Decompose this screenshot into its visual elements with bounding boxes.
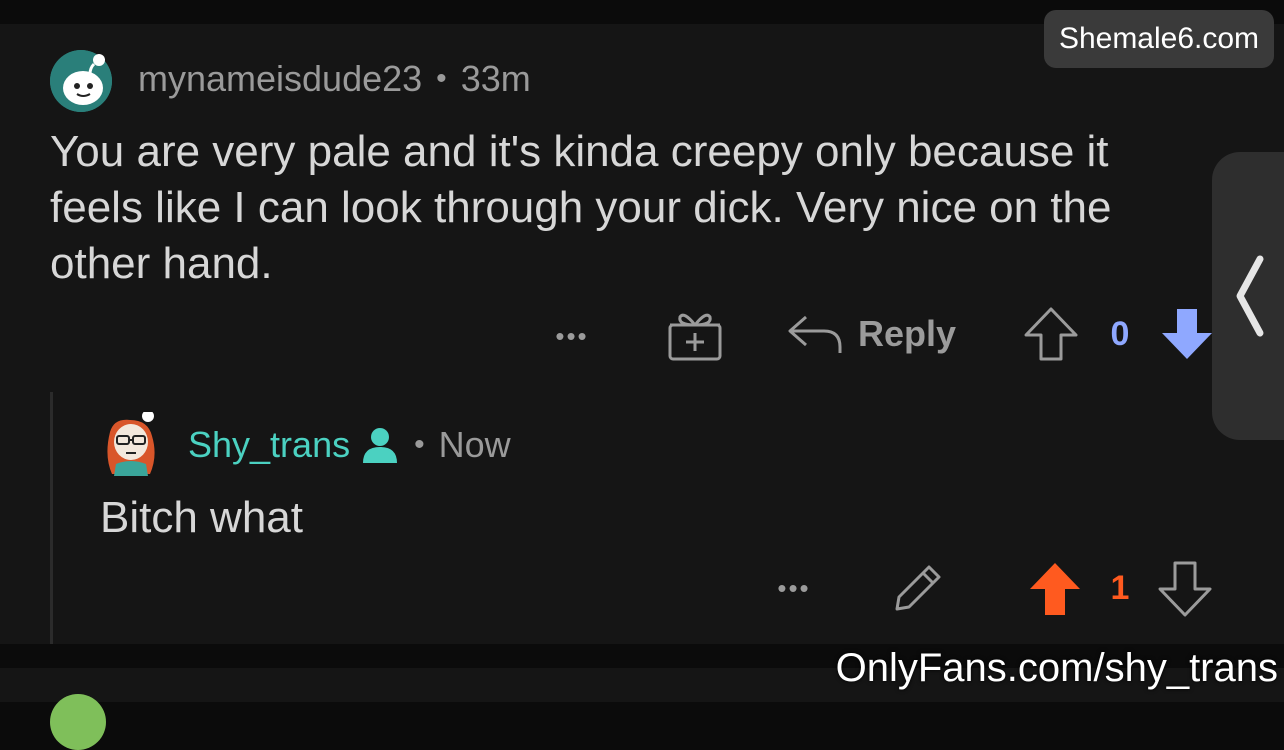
upvote-arrow-icon [1024, 307, 1078, 361]
vote-count: 1 [1110, 568, 1130, 607]
pencil-icon [895, 565, 941, 611]
side-drawer-handle[interactable] [1212, 152, 1284, 440]
meta-separator: • [414, 428, 425, 461]
more-options-icon: ••• [777, 572, 811, 603]
award-button[interactable] [664, 304, 726, 364]
reply-text: Bitch what [100, 493, 303, 542]
avatar[interactable] [50, 50, 112, 112]
more-options-button[interactable]: ••• [762, 568, 826, 608]
comment-text: You are very pale and it's kinda creepy … [50, 127, 1112, 288]
op-badge-icon [363, 428, 398, 463]
upvote-button[interactable] [1020, 304, 1082, 364]
downvote-arrow-icon [1158, 561, 1212, 617]
upvote-button[interactable] [1024, 558, 1086, 620]
more-options-button[interactable]: ••• [540, 316, 604, 356]
edit-button[interactable] [886, 558, 948, 620]
reply-arrow-icon [788, 315, 842, 353]
watermark-text: OnlyFans.com/shy_trans [835, 646, 1278, 690]
reply-label: Reply [857, 313, 957, 354]
reply-username[interactable]: Shy_trans [188, 424, 350, 466]
upvote-arrow-icon [1030, 563, 1080, 615]
custom-avatar-icon [107, 410, 155, 476]
avatar[interactable] [102, 410, 160, 476]
gift-icon [668, 313, 722, 361]
comment-time: 33m [460, 58, 531, 99]
comment-username[interactable]: mynameisdude23 [138, 58, 422, 100]
thread-line[interactable] [50, 392, 53, 644]
next-comment-avatar[interactable] [50, 694, 106, 750]
reply-meta: Shy_trans • Now [188, 424, 511, 466]
reply-button[interactable]: Reply [778, 306, 962, 362]
vote-count: 0 [1110, 314, 1130, 353]
chevron-left-icon [1236, 255, 1264, 337]
comments-panel [0, 24, 1284, 644]
downvote-arrow-icon [1162, 309, 1212, 359]
downvote-button[interactable] [1156, 304, 1218, 364]
downvote-button[interactable] [1154, 558, 1216, 620]
snoo-avatar-icon [50, 50, 112, 112]
reply-time: Now [438, 424, 511, 465]
more-options-icon: ••• [555, 320, 589, 351]
meta-separator: • [436, 62, 447, 95]
watermark-badge: Shemale6.com [1044, 10, 1274, 68]
comment-meta: mynameisdude23 • 33m [138, 58, 531, 100]
